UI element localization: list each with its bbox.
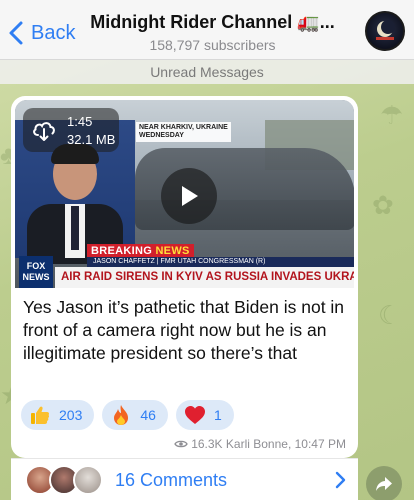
- reactions-row: 203 46 1: [21, 400, 242, 430]
- chat-header: Back Midnight Rider Channel 🚛... 158,797…: [0, 0, 414, 60]
- reaction-fire[interactable]: 46: [102, 400, 168, 430]
- headline-lower-third: AIR RAID SIRENS IN KYIV AS RUSSIA INVADE…: [55, 267, 354, 288]
- view-count: 16.3K: [191, 437, 223, 451]
- message-time: 10:47 PM: [294, 437, 346, 451]
- location-label: NEAR KHARKIV, UKRAINE WEDNESDAY: [136, 122, 231, 142]
- breaking-word: BREAKING: [91, 245, 153, 257]
- location-line-1: NEAR KHARKIV, UKRAINE: [139, 124, 228, 131]
- play-icon: [182, 186, 198, 206]
- logo-line-1: FOX: [26, 261, 46, 271]
- location-line-2: WEDNESDAY: [139, 132, 184, 139]
- video-size: 32.1 MB: [67, 132, 116, 147]
- message-meta: 16.3K Karli Bonne, 10:47 PM: [174, 437, 346, 451]
- reaction-count: 1: [213, 407, 222, 423]
- network-logo: FOX NEWS: [19, 256, 53, 288]
- unread-divider: Unread Messages: [0, 60, 414, 84]
- share-arrow-icon: [376, 477, 392, 491]
- video-duration: 1:45: [67, 114, 93, 129]
- doodle-icon: ☂: [380, 100, 404, 130]
- news-word: NEWS: [155, 245, 190, 257]
- reaction-count: 203: [59, 407, 83, 423]
- reaction-heart[interactable]: 1: [175, 400, 234, 430]
- logo-line-2: NEWS: [22, 272, 50, 282]
- fire-icon: [114, 405, 129, 425]
- back-label: Back: [31, 21, 76, 44]
- nameplate-lower-third: JASON CHAFFETZ | FMR UTAH CONGRESSMAN (R…: [87, 257, 354, 267]
- thumbs-up-icon: [31, 406, 50, 424]
- doodle-icon: ☾: [378, 300, 402, 330]
- heart-icon: [184, 406, 205, 424]
- chevron-left-icon: [9, 21, 23, 45]
- back-button[interactable]: Back: [6, 20, 75, 46]
- message-bubble[interactable]: NEAR KHARKIV, UKRAINE WEDNESDAY 1:45 32.…: [11, 96, 358, 458]
- share-button[interactable]: [366, 466, 402, 500]
- chevron-right-icon: [335, 471, 346, 489]
- download-pill[interactable]: 1:45 32.1 MB: [23, 108, 119, 152]
- cloud-download-icon: [33, 122, 55, 141]
- commenter-avatar: [73, 465, 103, 495]
- reaction-thumbs-up[interactable]: 203: [21, 400, 95, 430]
- eye-icon: [174, 440, 188, 448]
- doodle-icon: ✿: [372, 190, 394, 220]
- reaction-count: 46: [140, 407, 156, 423]
- subscriber-count: 158,797 subscribers: [149, 37, 276, 53]
- channel-title[interactable]: Midnight Rider Channel 🚛...: [80, 12, 345, 33]
- comments-bar[interactable]: 16 Comments: [11, 458, 358, 500]
- comments-label[interactable]: 16 Comments: [115, 470, 227, 491]
- message-text: Yes Jason it’s pathetic that Biden is no…: [23, 297, 345, 363]
- play-button[interactable]: [161, 168, 217, 224]
- video-thumbnail[interactable]: NEAR KHARKIV, UKRAINE WEDNESDAY 1:45 32.…: [15, 100, 354, 288]
- breaking-news-tag: BREAKING NEWS: [87, 244, 194, 258]
- moon-rider-icon: [376, 20, 395, 40]
- author-name: Karli Bonne: [225, 437, 288, 451]
- anchor-tie: [71, 206, 79, 250]
- channel-avatar[interactable]: [365, 11, 405, 51]
